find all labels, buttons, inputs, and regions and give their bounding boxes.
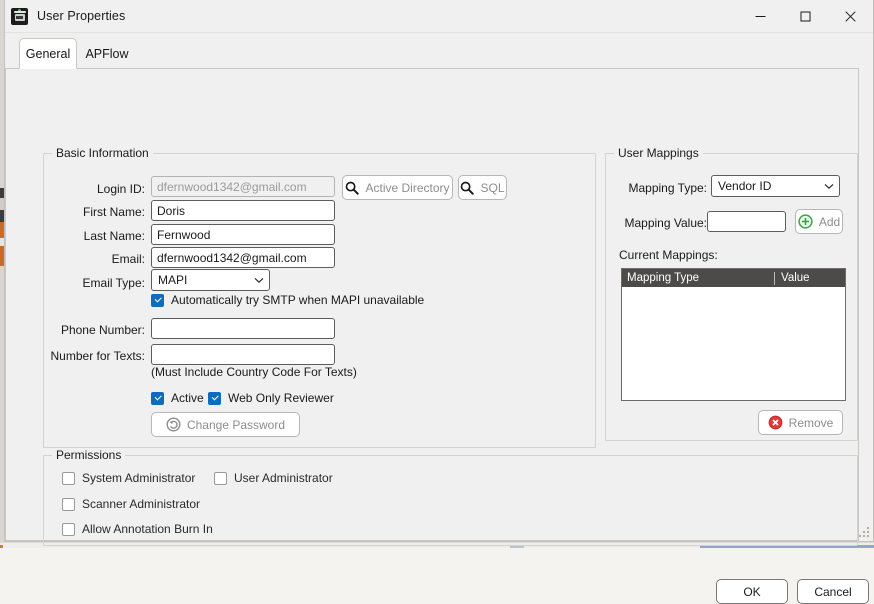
number-for-texts-input[interactable] [151, 344, 335, 365]
tab-apflow-label: APFlow [85, 47, 128, 61]
active-directory-label: Active Directory [365, 181, 449, 195]
permission-allow-annotation-burn-in[interactable]: Allow Annotation Burn In [62, 522, 213, 536]
active-directory-button[interactable]: Active Directory [342, 175, 453, 200]
resize-grip[interactable] [859, 527, 871, 539]
email-type-label: Email Type: [45, 275, 145, 291]
last-name-input[interactable] [151, 224, 335, 245]
refresh-circle-icon [166, 417, 181, 432]
mapping-value-input[interactable] [707, 211, 786, 232]
checkbox-box [62, 523, 75, 536]
list-header-row: Mapping Type Value [622, 269, 845, 287]
tab-strip: General APFlow [5, 33, 873, 69]
last-name-label: Last Name: [45, 228, 145, 244]
remove-mapping-button[interactable]: Remove [758, 410, 843, 435]
login-id-input[interactable] [151, 176, 335, 197]
add-mapping-button[interactable]: Add [795, 209, 843, 234]
chevron-down-icon [819, 183, 839, 190]
tab-general[interactable]: General [19, 38, 77, 69]
scanner-app-icon [11, 8, 28, 25]
maximize-icon[interactable] [783, 0, 828, 33]
close-icon[interactable] [828, 0, 873, 33]
basic-information-legend: Basic Information [52, 146, 153, 160]
smtp-fallback-checkbox[interactable]: Automatically try SMTP when MAPI unavail… [151, 293, 424, 307]
web-only-reviewer-label: Web Only Reviewer [228, 391, 334, 405]
minimize-icon[interactable] [738, 0, 783, 33]
first-name-label: First Name: [45, 204, 145, 220]
number-for-texts-label: Number for Texts: [30, 348, 145, 364]
permissions-legend: Permissions [52, 448, 125, 462]
current-mappings-label: Current Mappings: [619, 247, 779, 263]
mapping-type-label: Mapping Type: [607, 180, 707, 196]
list-body-empty[interactable] [622, 287, 845, 400]
phone-number-label: Phone Number: [35, 322, 145, 338]
active-checkbox[interactable]: Active [151, 391, 204, 405]
permission-label: Scanner Administrator [82, 497, 200, 511]
cancel-button[interactable]: Cancel [797, 579, 869, 604]
search-icon [345, 181, 359, 195]
tab-content: Basic Information Login ID: Active Direc… [5, 69, 873, 541]
texts-hint: (Must Include Country Code For Texts) [151, 364, 371, 380]
email-type-value: MAPI [152, 273, 249, 287]
current-mappings-list[interactable]: Mapping Type Value [621, 268, 846, 401]
permission-label: System Administrator [82, 471, 195, 485]
login-id-label: Login ID: [45, 181, 145, 197]
column-header-mapping-type[interactable]: Mapping Type [622, 272, 774, 284]
checkbox-box [151, 294, 164, 307]
permission-label: User Administrator [234, 471, 333, 485]
web-only-reviewer-checkbox[interactable]: Web Only Reviewer [208, 391, 334, 405]
remove-circle-icon [768, 415, 783, 430]
ok-label: OK [743, 585, 760, 599]
title-bar[interactable]: User Properties [5, 0, 873, 33]
checkbox-box [62, 472, 75, 485]
column-header-value[interactable]: Value [775, 272, 810, 284]
smtp-fallback-label: Automatically try SMTP when MAPI unavail… [171, 293, 424, 307]
plus-circle-icon [798, 214, 813, 229]
mapping-type-value: Vendor ID [712, 179, 819, 193]
email-input[interactable] [151, 247, 335, 268]
phone-number-input[interactable] [151, 318, 335, 339]
permission-system-administrator[interactable]: System Administrator [62, 471, 195, 485]
sql-button[interactable]: SQL [458, 175, 507, 200]
checkbox-box [208, 392, 221, 405]
permission-user-administrator[interactable]: User Administrator [214, 471, 333, 485]
tab-apflow[interactable]: APFlow [79, 39, 135, 69]
window-title: User Properties [37, 9, 125, 23]
search-icon [460, 181, 474, 195]
chevron-down-icon [249, 277, 269, 284]
add-mapping-label: Add [819, 215, 840, 229]
checkbox-box [62, 498, 75, 511]
change-password-button[interactable]: Change Password [151, 412, 300, 437]
cancel-label: Cancel [814, 585, 851, 599]
mapping-type-select[interactable]: Vendor ID [711, 175, 840, 197]
user-mappings-legend: User Mappings [614, 146, 703, 160]
checkbox-box [151, 392, 164, 405]
sql-label: SQL [480, 181, 504, 195]
window-controls [738, 0, 873, 33]
pane-right-margin [859, 69, 873, 541]
user-properties-dialog: User Properties General APFlow [4, 0, 874, 542]
email-type-select[interactable]: MAPI [151, 269, 270, 291]
general-pane: Basic Information Login ID: Active Direc… [5, 69, 859, 541]
checkbox-box [214, 472, 227, 485]
mapping-value-label: Mapping Value: [607, 215, 707, 231]
active-label: Active [171, 391, 204, 405]
permission-label: Allow Annotation Burn In [82, 522, 213, 536]
email-label: Email: [45, 251, 145, 267]
first-name-input[interactable] [151, 200, 335, 221]
permission-scanner-administrator[interactable]: Scanner Administrator [62, 497, 200, 511]
change-password-label: Change Password [187, 418, 285, 432]
remove-mapping-label: Remove [789, 416, 834, 430]
tab-general-label: General [26, 47, 70, 61]
ok-button[interactable]: OK [716, 579, 788, 604]
